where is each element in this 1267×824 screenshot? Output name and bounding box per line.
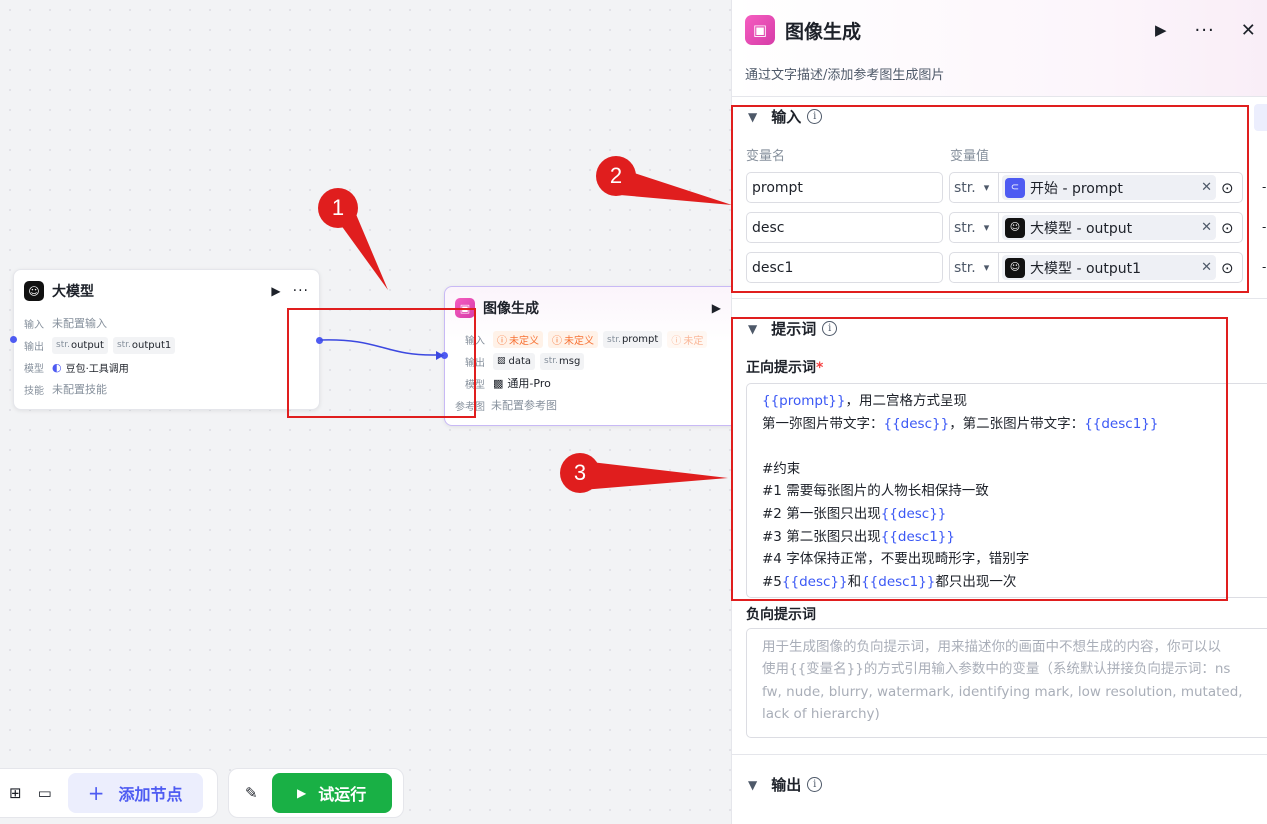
add-node-label: 添加节点 xyxy=(118,785,183,804)
play-icon: ▶ xyxy=(296,786,307,800)
annotation-arrows xyxy=(330,165,732,490)
test-run-button[interactable]: ▶ 试运行 xyxy=(271,773,392,813)
comment-icon[interactable]: ▭ xyxy=(38,784,52,802)
callout-marker: 1 xyxy=(318,188,358,228)
plus-icon: + xyxy=(87,781,105,805)
layout-icon[interactable]: ⊞ xyxy=(9,784,22,802)
run-toolbar: ✎ ▶ 试运行 xyxy=(228,768,404,818)
callout-marker: 3 xyxy=(560,453,600,493)
add-node-button[interactable]: + 添加节点 xyxy=(67,773,203,813)
callout-marker: 2 xyxy=(596,156,636,196)
test-run-label: 试运行 xyxy=(318,785,367,804)
wrench-icon[interactable]: ✎ xyxy=(245,784,258,802)
canvas-toolbar: ⊞ ▭ + 添加节点 xyxy=(0,768,218,818)
